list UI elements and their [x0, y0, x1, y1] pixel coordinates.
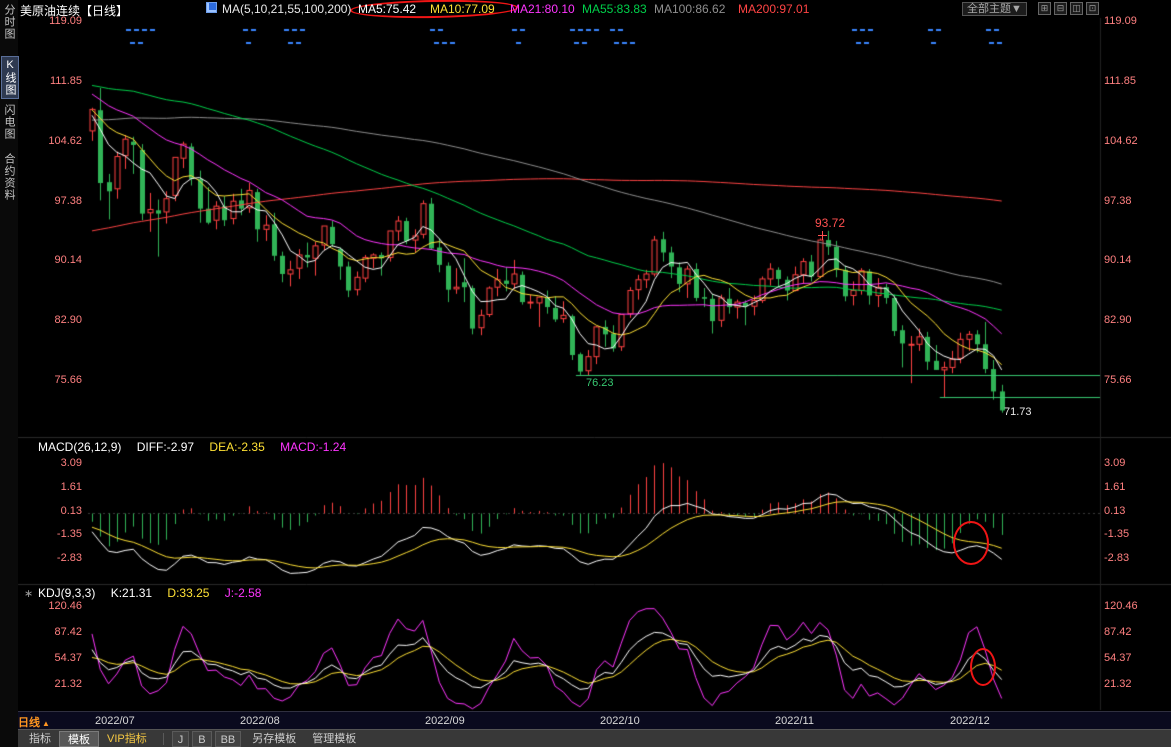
ma200-value: MA200:97.01: [738, 2, 809, 16]
sidebar-item-kline-chart[interactable]: K线图: [1, 56, 19, 99]
ma5-value: MA5:75.42: [358, 2, 416, 16]
ma100-value: MA100:86.62: [654, 2, 725, 16]
chart-canvas[interactable]: [0, 0, 1171, 747]
tab-j[interactable]: J: [172, 731, 190, 747]
x-tick-oct: 2022/10: [600, 715, 640, 727]
layout-hsplit-button[interactable]: ⊟: [1054, 2, 1067, 15]
layout-single-button[interactable]: ⊞: [1038, 2, 1051, 15]
sidebar-item-time-chart[interactable]: 分时图: [1, 4, 17, 40]
chart-header: 美原油连续【日线】 MA(5,10,21,55,100,200) MA5:75.…: [18, 0, 1171, 17]
left-chart-type-bar: 分时图 K线图 闪电图 合约资料: [0, 0, 18, 747]
period-label-text: 日线: [18, 717, 40, 729]
period-selector[interactable]: 日线▲: [18, 714, 50, 730]
tab-manage-template[interactable]: 管理模板: [304, 731, 364, 747]
x-tick-dec: 2022/12: [950, 715, 990, 727]
tab-save-template[interactable]: 另存模板: [244, 731, 304, 747]
x-axis-bar: 日线▲ 2022/07 2022/08 2022/09 2022/10 2022…: [0, 711, 1171, 729]
indicator-settings-icon[interactable]: [206, 2, 217, 13]
tab-b[interactable]: B: [192, 731, 211, 747]
tab-templates[interactable]: 模板: [59, 731, 99, 747]
tab-indicators[interactable]: 指标: [21, 731, 59, 747]
tab-bb[interactable]: BB: [215, 731, 242, 747]
symbol-title: 美原油连续【日线】: [20, 2, 128, 19]
ma10-value: MA10:77.09: [430, 2, 495, 16]
ma55-value: MA55:83.83: [582, 2, 647, 16]
layout-vsplit-button[interactable]: ◫: [1070, 2, 1083, 15]
sidebar-item-contract-info[interactable]: 合约资料: [1, 153, 17, 201]
tab-vip-indicators[interactable]: VIP指标: [99, 731, 155, 747]
ma21-value: MA21:80.10: [510, 2, 575, 16]
x-tick-nov: 2022/11: [775, 715, 814, 727]
bottom-toolbar: 指标 模板 VIP指标 J B BB 另存模板 管理模板: [0, 729, 1171, 747]
trading-app-window: 分时图 K线图 闪电图 合约资料 美原油连续【日线】 MA(5,10,21,55…: [0, 0, 1171, 747]
sidebar-item-lightning-chart[interactable]: 闪电图: [1, 104, 17, 140]
layout-quad-button[interactable]: ⊡: [1086, 2, 1099, 15]
toolbar-divider: [163, 733, 164, 745]
theme-selector-button[interactable]: 全部主题▼: [962, 2, 1027, 16]
ma-group-label: MA(5,10,21,55,100,200): [222, 2, 351, 16]
x-tick-sep: 2022/09: [425, 715, 465, 727]
x-tick-aug: 2022/08: [240, 715, 280, 727]
x-tick-jul: 2022/07: [95, 715, 135, 727]
period-arrow-icon: ▲: [42, 719, 50, 728]
